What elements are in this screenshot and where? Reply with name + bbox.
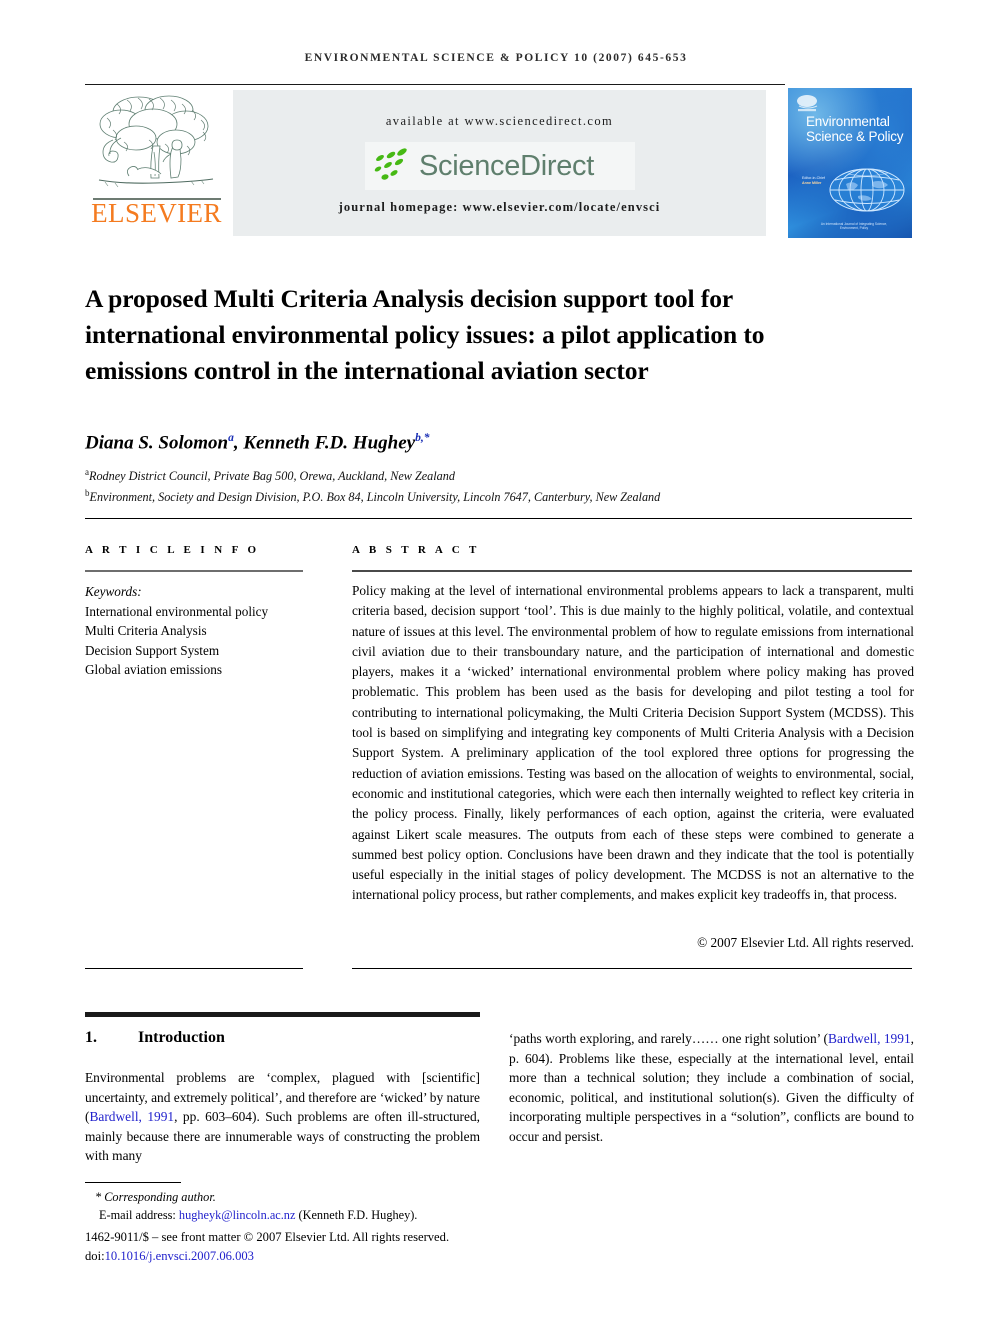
front-matter-line: 1462-9011/$ – see front matter © 2007 El… [85,1230,450,1244]
article-page: ENVIRONMENTAL SCIENCE & POLICY 10 (2007)… [0,0,992,1323]
citation-link[interactable]: Bardwell, 1991 [828,1031,911,1046]
abstract-bottom-rule [352,968,912,970]
email-link[interactable]: hugheyk@lincoln.ac.nz [179,1208,296,1222]
keywords-block: Keywords: International environmental po… [85,582,325,680]
body-column-right: ‘paths worth exploring, and rarely…… one… [509,1031,915,1144]
abstract-heading: A B S T R A C T [352,544,480,556]
author-list: Diana S. Solomona, Kenneth F.D. Hugheyb,… [85,432,430,454]
elsevier-logo: ELSEVIER [85,88,228,238]
section-heading-bar [85,1012,480,1017]
keyword-item: Global aviation emissions [85,662,222,677]
cover-editor-block: Editor-in-Chief Anne Miller [802,176,848,186]
cover-title: Environmental Science & Policy [806,114,904,144]
cover-editor-name: Anne Miller [802,181,822,185]
keyword-item: Multi Criteria Analysis [85,623,207,638]
masthead: ELSEVIER available at www.sciencedirect.… [85,88,912,238]
running-head: ENVIRONMENTAL SCIENCE & POLICY 10 (2007)… [304,52,688,64]
journal-cover-thumbnail: Environmental Science & Policy Editor-in… [788,88,912,238]
elsevier-tree-icon [98,95,214,188]
cover-footer-text: An International Journal of Integrating … [820,222,888,230]
doi-line: doi:10.1016/j.envsci.2007.06.003 [85,1247,545,1266]
doi-label: doi: [85,1248,105,1263]
section-number: 1. [85,1029,97,1046]
corresponding-author-note: * Corresponding author. [95,1190,216,1204]
abstract-copyright: © 2007 Elsevier Ltd. All rights reserved… [697,935,914,950]
cover-globe-icon [829,168,905,212]
email-line: E-mail address: hugheyk@lincoln.ac.nz (K… [85,1206,505,1224]
section-title: Introduction [138,1029,225,1046]
email-label: E-mail address: [99,1208,176,1222]
article-info-rule [85,570,303,572]
abstract-text: Policy making at the level of internatio… [352,583,914,903]
affiliation-item: aRodney District Council, Private Bag 50… [85,464,885,485]
article-info-bottom-rule [85,968,303,970]
article-info-heading: A R T I C L E I N F O [85,544,260,556]
header-rule [85,84,785,85]
keywords-label: Keywords: [85,584,142,599]
body-column-left: Environmental problems are ‘complex, pla… [85,1070,481,1164]
elsevier-wordmark: ELSEVIER [91,198,222,228]
affiliation-item: bEnvironment, Society and Design Divisio… [85,485,885,506]
citation-link[interactable]: Bardwell, 1991 [89,1109,174,1124]
sciencedirect-band: available at www.sciencedirect.com Scien… [233,90,766,236]
sciencedirect-logo[interactable]: ScienceDirect [365,142,635,190]
footnote-rule [85,1182,181,1184]
cover-elsevier-mark-icon [797,95,818,112]
email-owner: (Kenneth F.D. Hughey). [298,1208,418,1222]
imprint-block: 1462-9011/$ – see front matter © 2007 El… [85,1228,545,1265]
keyword-item: International environmental policy [85,603,269,619]
cover-editor-label: Editor-in-Chief [802,176,825,180]
affiliations: aRodney District Council, Private Bag 50… [85,464,885,506]
keyword-item: Decision Support System [85,642,220,658]
journal-homepage-text[interactable]: journal homepage: www.elsevier.com/locat… [233,200,766,215]
abstract-rule [352,570,912,572]
footnote-block: * Corresponding author. E-mail address: … [85,1188,505,1224]
page-title: A proposed Multi Criteria Analysis decis… [85,284,765,386]
doi-link[interactable]: 10.1016/j.envsci.2007.06.003 [105,1249,254,1263]
affiliation-text: Environment, Society and Design Division… [89,490,661,505]
affiliation-text: Rodney District Council, Private Bag 500… [89,469,455,484]
sciencedirect-swoosh-icon [374,148,407,180]
sciencedirect-wordmark: ScienceDirect [419,149,594,182]
available-at-text: available at www.sciencedirect.com [385,114,614,128]
section-divider-rule [85,518,912,520]
